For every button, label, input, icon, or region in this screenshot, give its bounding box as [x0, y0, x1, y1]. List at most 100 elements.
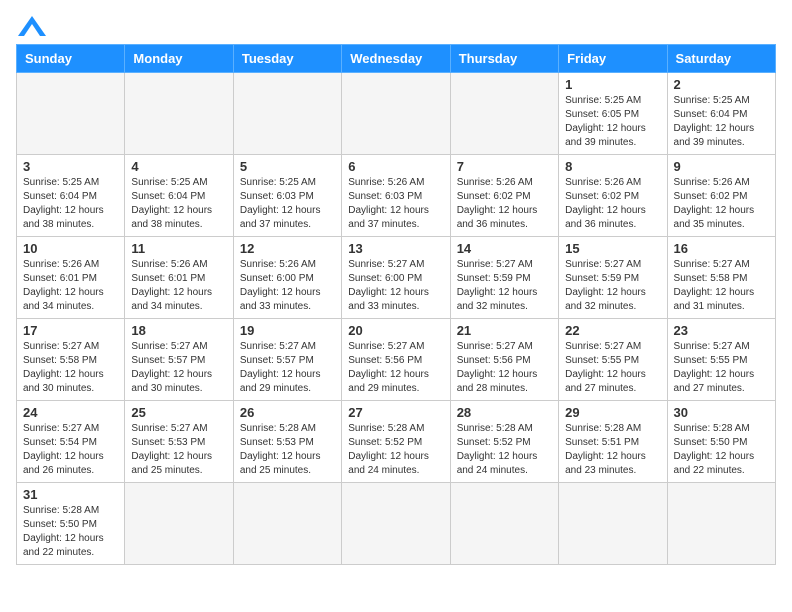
day-info: Sunrise: 5:26 AM Sunset: 6:00 PM Dayligh… [240, 258, 335, 314]
calendar-cell: 6 Sunrise: 5:26 AM Sunset: 6:03 PM Daylig… [342, 155, 450, 237]
day-info: Sunrise: 5:27 AM Sunset: 5:55 PM Dayligh… [674, 340, 769, 396]
calendar-cell: 26 Sunrise: 5:28 AM Sunset: 5:53 PM Dayli… [233, 401, 341, 483]
day-info: Sunrise: 5:27 AM Sunset: 5:54 PM Dayligh… [23, 422, 118, 478]
day-number: 5 [240, 159, 335, 174]
day-number: 8 [565, 159, 660, 174]
calendar-cell: 23 Sunrise: 5:27 AM Sunset: 5:55 PM Dayli… [667, 319, 775, 401]
day-info: Sunrise: 5:25 AM Sunset: 6:04 PM Dayligh… [674, 94, 769, 150]
calendar-cell: 28 Sunrise: 5:28 AM Sunset: 5:52 PM Dayli… [450, 401, 558, 483]
day-number: 31 [23, 487, 118, 502]
calendar-cell: 1Sunrise: 5:25 AM Sunset: 6:05 PM Daylig… [559, 73, 667, 155]
day-number: 15 [565, 241, 660, 256]
day-number: 11 [131, 241, 226, 256]
calendar-cell: 16Sunrise: 5:27 AM Sunset: 5:58 PM Dayli… [667, 237, 775, 319]
calendar-cell [450, 73, 558, 155]
day-number: 13 [348, 241, 443, 256]
calendar-cell: 12 Sunrise: 5:26 AM Sunset: 6:00 PM Dayli… [233, 237, 341, 319]
calendar-cell: 13 Sunrise: 5:27 AM Sunset: 6:00 PM Dayli… [342, 237, 450, 319]
day-info: Sunrise: 5:26 AM Sunset: 6:03 PM Dayligh… [348, 176, 443, 232]
day-info: Sunrise: 5:27 AM Sunset: 5:58 PM Dayligh… [674, 258, 769, 314]
calendar-cell [125, 483, 233, 565]
calendar-cell [559, 483, 667, 565]
day-info: Sunrise: 5:28 AM Sunset: 5:52 PM Dayligh… [457, 422, 552, 478]
day-info: Sunrise: 5:27 AM Sunset: 5:57 PM Dayligh… [131, 340, 226, 396]
calendar-table: SundayMondayTuesdayWednesdayThursdayFrid… [16, 44, 776, 565]
day-number: 23 [674, 323, 769, 338]
day-info: Sunrise: 5:26 AM Sunset: 6:02 PM Dayligh… [674, 176, 769, 232]
day-number: 22 [565, 323, 660, 338]
day-info: Sunrise: 5:27 AM Sunset: 5:57 PM Dayligh… [240, 340, 335, 396]
calendar-week-row: 24 Sunrise: 5:27 AM Sunset: 5:54 PM Dayli… [17, 401, 776, 483]
calendar-cell: 10Sunrise: 5:26 AM Sunset: 6:01 PM Dayli… [17, 237, 125, 319]
day-number: 10 [23, 241, 118, 256]
calendar-cell: 15 Sunrise: 5:27 AM Sunset: 5:59 PM Dayli… [559, 237, 667, 319]
day-info: Sunrise: 5:25 AM Sunset: 6:04 PM Dayligh… [131, 176, 226, 232]
calendar-cell [450, 483, 558, 565]
day-info: Sunrise: 5:26 AM Sunset: 6:02 PM Dayligh… [457, 176, 552, 232]
calendar-cell: 24 Sunrise: 5:27 AM Sunset: 5:54 PM Dayli… [17, 401, 125, 483]
day-number: 30 [674, 405, 769, 420]
weekday-header-friday: Friday [559, 45, 667, 73]
logo-icon [18, 16, 46, 36]
day-info: Sunrise: 5:27 AM Sunset: 5:58 PM Dayligh… [23, 340, 118, 396]
calendar-cell: 27 Sunrise: 5:28 AM Sunset: 5:52 PM Dayli… [342, 401, 450, 483]
calendar-week-row: 10 Sunrise: 5:26 AM Sunset: 6:01 PM Dayli… [17, 237, 776, 319]
day-number: 6 [348, 159, 443, 174]
day-number: 25 [131, 405, 226, 420]
calendar-week-row: 3 Sunrise: 5:25 AM Sunset: 6:04 PM Daylig… [17, 155, 776, 237]
day-number: 7 [457, 159, 552, 174]
day-number: 26 [240, 405, 335, 420]
calendar-cell: 18 Sunrise: 5:27 AM Sunset: 5:57 PM Dayli… [125, 319, 233, 401]
day-number: 4 [131, 159, 226, 174]
calendar-cell: 2 Sunrise: 5:25 AM Sunset: 6:04 PM Daylig… [667, 73, 775, 155]
day-number: 24 [23, 405, 118, 420]
day-info: Sunrise: 5:27 AM Sunset: 6:00 PM Dayligh… [348, 258, 443, 314]
day-number: 27 [348, 405, 443, 420]
day-number: 2 [674, 77, 769, 92]
day-number: 1 [565, 77, 660, 92]
day-info: Sunrise: 5:27 AM Sunset: 5:59 PM Dayligh… [565, 258, 660, 314]
calendar-cell [17, 73, 125, 155]
day-number: 18 [131, 323, 226, 338]
calendar-cell: 5Sunrise: 5:25 AM Sunset: 6:03 PM Daylig… [233, 155, 341, 237]
calendar-week-row: 1Sunrise: 5:25 AM Sunset: 6:05 PM Daylig… [17, 73, 776, 155]
calendar-cell [342, 73, 450, 155]
day-info: Sunrise: 5:27 AM Sunset: 5:56 PM Dayligh… [348, 340, 443, 396]
weekday-header-wednesday: Wednesday [342, 45, 450, 73]
day-number: 17 [23, 323, 118, 338]
day-number: 28 [457, 405, 552, 420]
calendar-cell [342, 483, 450, 565]
day-number: 21 [457, 323, 552, 338]
calendar-week-row: 31 Sunrise: 5:28 AM Sunset: 5:50 PM Dayli… [17, 483, 776, 565]
calendar-cell: 30Sunrise: 5:28 AM Sunset: 5:50 PM Dayli… [667, 401, 775, 483]
calendar-cell: 9Sunrise: 5:26 AM Sunset: 6:02 PM Daylig… [667, 155, 775, 237]
calendar-cell [667, 483, 775, 565]
day-info: Sunrise: 5:28 AM Sunset: 5:50 PM Dayligh… [23, 504, 118, 560]
day-number: 20 [348, 323, 443, 338]
day-info: Sunrise: 5:25 AM Sunset: 6:04 PM Dayligh… [23, 176, 118, 232]
calendar-cell: 11 Sunrise: 5:26 AM Sunset: 6:01 PM Dayli… [125, 237, 233, 319]
calendar-cell: 31 Sunrise: 5:28 AM Sunset: 5:50 PM Dayli… [17, 483, 125, 565]
weekday-header-sunday: Sunday [17, 45, 125, 73]
day-info: Sunrise: 5:26 AM Sunset: 6:01 PM Dayligh… [131, 258, 226, 314]
day-info: Sunrise: 5:28 AM Sunset: 5:53 PM Dayligh… [240, 422, 335, 478]
header [16, 16, 776, 36]
calendar-cell: 4 Sunrise: 5:25 AM Sunset: 6:04 PM Daylig… [125, 155, 233, 237]
day-number: 12 [240, 241, 335, 256]
calendar-cell: 7 Sunrise: 5:26 AM Sunset: 6:02 PM Daylig… [450, 155, 558, 237]
day-info: Sunrise: 5:28 AM Sunset: 5:51 PM Dayligh… [565, 422, 660, 478]
calendar-cell: 20 Sunrise: 5:27 AM Sunset: 5:56 PM Dayli… [342, 319, 450, 401]
weekday-header-thursday: Thursday [450, 45, 558, 73]
calendar-week-row: 17 Sunrise: 5:27 AM Sunset: 5:58 PM Dayli… [17, 319, 776, 401]
calendar-cell: 29 Sunrise: 5:28 AM Sunset: 5:51 PM Dayli… [559, 401, 667, 483]
weekday-header-monday: Monday [125, 45, 233, 73]
day-info: Sunrise: 5:27 AM Sunset: 5:53 PM Dayligh… [131, 422, 226, 478]
calendar-cell: 19Sunrise: 5:27 AM Sunset: 5:57 PM Dayli… [233, 319, 341, 401]
day-info: Sunrise: 5:28 AM Sunset: 5:52 PM Dayligh… [348, 422, 443, 478]
calendar-cell: 3 Sunrise: 5:25 AM Sunset: 6:04 PM Daylig… [17, 155, 125, 237]
calendar-cell: 25 Sunrise: 5:27 AM Sunset: 5:53 PM Dayli… [125, 401, 233, 483]
day-number: 29 [565, 405, 660, 420]
day-number: 3 [23, 159, 118, 174]
day-info: Sunrise: 5:27 AM Sunset: 5:59 PM Dayligh… [457, 258, 552, 314]
calendar-cell: 17 Sunrise: 5:27 AM Sunset: 5:58 PM Dayli… [17, 319, 125, 401]
